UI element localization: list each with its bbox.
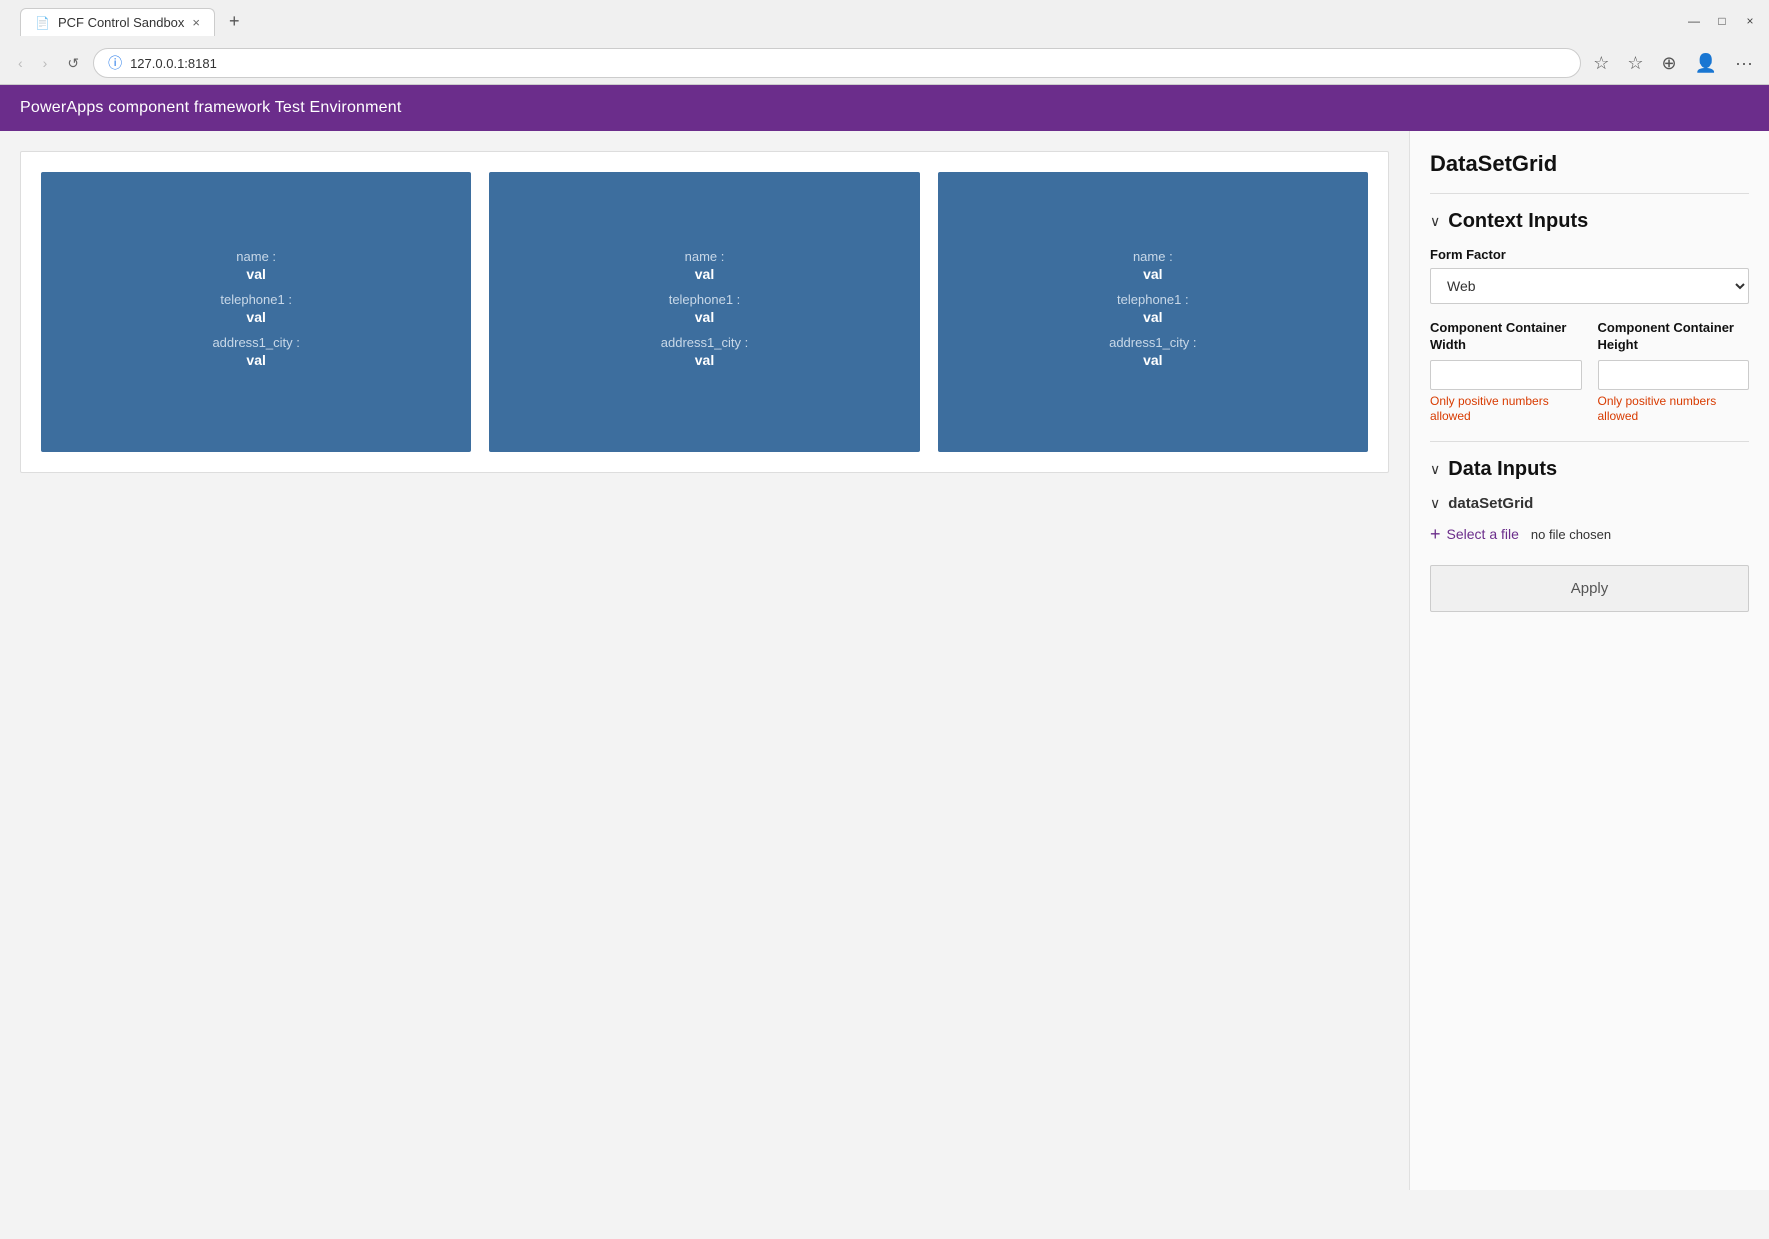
card2-address-value: val bbox=[695, 352, 714, 368]
app-header: PowerApps component framework Test Envir… bbox=[0, 85, 1769, 131]
card1-telephone-value: val bbox=[246, 309, 265, 325]
card3-name-value: val bbox=[1143, 266, 1162, 282]
dataset-grid-chevron-icon[interactable]: ∨ bbox=[1430, 495, 1440, 512]
container-width-label: Component Container Width bbox=[1430, 320, 1582, 354]
file-select-row: + Select a file no file chosen bbox=[1430, 524, 1749, 545]
settings-menu-icon[interactable]: ··· bbox=[1731, 49, 1757, 78]
browser-sync-icon[interactable]: ⊕ bbox=[1658, 49, 1681, 78]
card1-telephone-label: telephone1 : bbox=[220, 292, 292, 307]
minimize-button[interactable]: — bbox=[1685, 12, 1703, 30]
profile-icon[interactable]: 👤 bbox=[1691, 49, 1721, 78]
card3-name-label: name : bbox=[1133, 249, 1173, 264]
card1-name-value: val bbox=[246, 266, 265, 282]
context-inputs-section-header: ∨ Context Inputs bbox=[1430, 210, 1749, 233]
forward-button[interactable]: › bbox=[37, 51, 54, 75]
card2-name-label: name : bbox=[685, 249, 725, 264]
grid-card-2: name : val telephone1 : val address1_cit… bbox=[489, 172, 919, 452]
card3-address-value: val bbox=[1143, 352, 1162, 368]
card2-telephone-label: telephone1 : bbox=[669, 292, 741, 307]
select-file-button[interactable]: + Select a file bbox=[1430, 524, 1519, 545]
no-file-chosen-text: no file chosen bbox=[1531, 527, 1611, 542]
card1-address-value: val bbox=[246, 352, 265, 368]
close-button[interactable]: × bbox=[1741, 12, 1759, 30]
data-inputs-section: ∨ Data Inputs ∨ dataSetGrid + Select a f… bbox=[1430, 458, 1749, 545]
address-bar: ‹ › ↺ ⓘ 127.0.0.1:8181 ☆ ☆ ⊕ 👤 ··· bbox=[0, 42, 1769, 84]
collections-icon[interactable]: ☆ bbox=[1623, 49, 1647, 78]
sidebar: DataSetGrid ∨ Context Inputs Form Factor… bbox=[1409, 131, 1769, 1190]
dataset-grid-label: dataSetGrid bbox=[1448, 495, 1533, 512]
context-inputs-chevron-icon[interactable]: ∨ bbox=[1430, 213, 1440, 230]
browser-toolbar: ☆ ☆ ⊕ 👤 ··· bbox=[1589, 49, 1757, 78]
divider-1 bbox=[1430, 193, 1749, 194]
height-form-group: Component Container Height Only positive… bbox=[1598, 320, 1750, 425]
card3-address-label: address1_city : bbox=[1109, 335, 1196, 350]
container-dimensions-row: Component Container Width Only positive … bbox=[1430, 320, 1749, 425]
favorites-star-icon[interactable]: ☆ bbox=[1589, 49, 1613, 78]
url-bar[interactable]: ⓘ 127.0.0.1:8181 bbox=[93, 48, 1581, 78]
grid-container: name : val telephone1 : val address1_cit… bbox=[20, 151, 1389, 473]
window-controls: — □ × bbox=[1685, 12, 1759, 30]
select-file-label: Select a file bbox=[1447, 526, 1519, 542]
content-area: name : val telephone1 : val address1_cit… bbox=[0, 131, 1409, 1190]
grid-card-1: name : val telephone1 : val address1_cit… bbox=[41, 172, 471, 452]
tab-document-icon: 📄 bbox=[35, 16, 50, 30]
card3-telephone-value: val bbox=[1143, 309, 1162, 325]
url-text: 127.0.0.1:8181 bbox=[130, 56, 217, 71]
card1-address-label: address1_city : bbox=[212, 335, 299, 350]
tab-title: PCF Control Sandbox bbox=[58, 15, 184, 30]
card2-name-value: val bbox=[695, 266, 714, 282]
tab-bar: 📄 PCF Control Sandbox × + bbox=[10, 6, 260, 36]
main-layout: name : val telephone1 : val address1_cit… bbox=[0, 131, 1769, 1190]
maximize-button[interactable]: □ bbox=[1713, 12, 1731, 30]
form-factor-label: Form Factor bbox=[1430, 247, 1749, 262]
card3-telephone-label: telephone1 : bbox=[1117, 292, 1189, 307]
divider-2 bbox=[1430, 441, 1749, 442]
dataset-grid-header: ∨ dataSetGrid bbox=[1430, 495, 1749, 512]
container-width-input[interactable] bbox=[1430, 360, 1582, 390]
info-icon: ⓘ bbox=[108, 53, 122, 73]
tab-close-button[interactable]: × bbox=[192, 15, 200, 30]
data-inputs-chevron-icon[interactable]: ∨ bbox=[1430, 461, 1440, 478]
data-inputs-section-header: ∨ Data Inputs bbox=[1430, 458, 1749, 481]
width-error-text: Only positive numbers allowed bbox=[1430, 394, 1582, 425]
card2-telephone-value: val bbox=[695, 309, 714, 325]
back-button[interactable]: ‹ bbox=[12, 51, 29, 75]
plus-icon: + bbox=[1430, 524, 1441, 545]
context-inputs-title: Context Inputs bbox=[1448, 210, 1588, 233]
apply-button[interactable]: Apply bbox=[1430, 565, 1749, 612]
grid-card-3: name : val telephone1 : val address1_cit… bbox=[938, 172, 1368, 452]
width-form-group: Component Container Width Only positive … bbox=[1430, 320, 1582, 425]
browser-tab[interactable]: 📄 PCF Control Sandbox × bbox=[20, 8, 215, 36]
refresh-button[interactable]: ↺ bbox=[61, 51, 85, 76]
form-factor-select[interactable]: Web Tablet Phone bbox=[1430, 268, 1749, 304]
card1-name-label: name : bbox=[236, 249, 276, 264]
sidebar-title: DataSetGrid bbox=[1430, 151, 1749, 177]
data-inputs-title: Data Inputs bbox=[1448, 458, 1557, 481]
height-error-text: Only positive numbers allowed bbox=[1598, 394, 1750, 425]
browser-chrome: 📄 PCF Control Sandbox × + — □ × ‹ › ↺ ⓘ … bbox=[0, 0, 1769, 85]
new-tab-button[interactable]: + bbox=[219, 6, 250, 36]
app-header-title: PowerApps component framework Test Envir… bbox=[20, 99, 402, 116]
container-height-label: Component Container Height bbox=[1598, 320, 1750, 354]
title-bar: 📄 PCF Control Sandbox × + — □ × bbox=[0, 0, 1769, 42]
card2-address-label: address1_city : bbox=[661, 335, 748, 350]
container-height-input[interactable] bbox=[1598, 360, 1750, 390]
